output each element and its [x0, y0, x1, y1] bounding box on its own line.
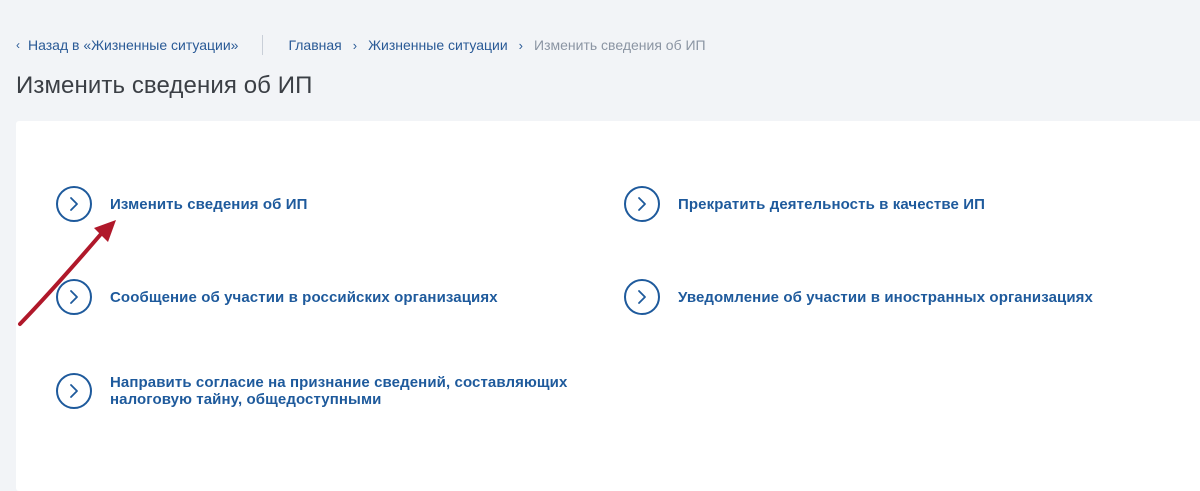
- option-label: Сообщение об участии в российских органи…: [110, 288, 498, 306]
- breadcrumb: Главная › Жизненные ситуации › Изменить …: [288, 37, 705, 53]
- page: ‹ Назад в «Жизненные ситуации» Главная ›…: [0, 0, 1200, 491]
- chevron-left-icon: ‹: [16, 38, 20, 52]
- option-change-ip-info[interactable]: Изменить сведения об ИП: [56, 186, 308, 222]
- option-foreign-organizations[interactable]: Уведомление об участии в иностранных орг…: [624, 279, 1093, 315]
- option-terminate-ip[interactable]: Прекратить деятельность в качестве ИП: [624, 186, 985, 222]
- chevron-right-icon: ›: [352, 37, 358, 53]
- option-label: Уведомление об участии в иностранных орг…: [678, 288, 1093, 306]
- back-link[interactable]: ‹ Назад в «Жизненные ситуации»: [16, 37, 238, 53]
- page-title: Изменить сведения об ИП: [16, 72, 313, 99]
- back-link-label: Назад в «Жизненные ситуации»: [28, 37, 239, 53]
- breadcrumb-current: Изменить сведения об ИП: [534, 37, 706, 53]
- nav-divider: [262, 35, 264, 55]
- top-navigation: ‹ Назад в «Жизненные ситуации» Главная ›…: [16, 34, 706, 56]
- circle-chevron-right-icon: [56, 373, 92, 409]
- breadcrumb-home[interactable]: Главная: [288, 37, 341, 53]
- option-label: Направить согласие на признание сведений…: [110, 374, 568, 408]
- circle-chevron-right-icon: [624, 186, 660, 222]
- circle-chevron-right-icon: [624, 279, 660, 315]
- chevron-right-icon: ›: [518, 37, 524, 53]
- options-card: Изменить сведения об ИП Прекратить деяте…: [16, 121, 1200, 491]
- option-russian-organizations[interactable]: Сообщение об участии в российских органи…: [56, 279, 498, 315]
- option-label: Прекратить деятельность в качестве ИП: [678, 195, 985, 213]
- option-label: Изменить сведения об ИП: [110, 195, 308, 213]
- circle-chevron-right-icon: [56, 186, 92, 222]
- option-tax-secret-consent[interactable]: Направить согласие на признание сведений…: [56, 373, 610, 409]
- circle-chevron-right-icon: [56, 279, 92, 315]
- breadcrumb-life-situations[interactable]: Жизненные ситуации: [368, 37, 508, 53]
